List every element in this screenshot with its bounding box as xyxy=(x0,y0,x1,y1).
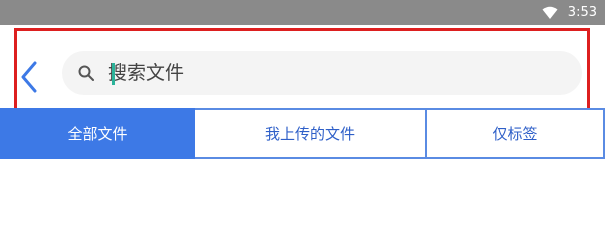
search-input[interactable] xyxy=(108,58,548,88)
tab-bar: 全部文件 我上传的文件 仅标签 xyxy=(0,108,605,159)
chevron-left-icon[interactable] xyxy=(20,61,38,97)
text-caret xyxy=(112,63,115,85)
search-icon xyxy=(78,65,94,85)
status-bar: 3:53 xyxy=(0,0,605,25)
status-icons: 3:53 xyxy=(542,4,597,21)
tab-my-uploads[interactable]: 我上传的文件 xyxy=(195,108,427,159)
wifi-icon xyxy=(542,6,558,20)
search-bar xyxy=(0,25,605,120)
tab-all-files[interactable]: 全部文件 xyxy=(0,108,195,159)
status-time: 3:53 xyxy=(567,5,597,20)
tab-tags-only[interactable]: 仅标签 xyxy=(427,108,605,159)
search-box[interactable] xyxy=(62,51,582,95)
